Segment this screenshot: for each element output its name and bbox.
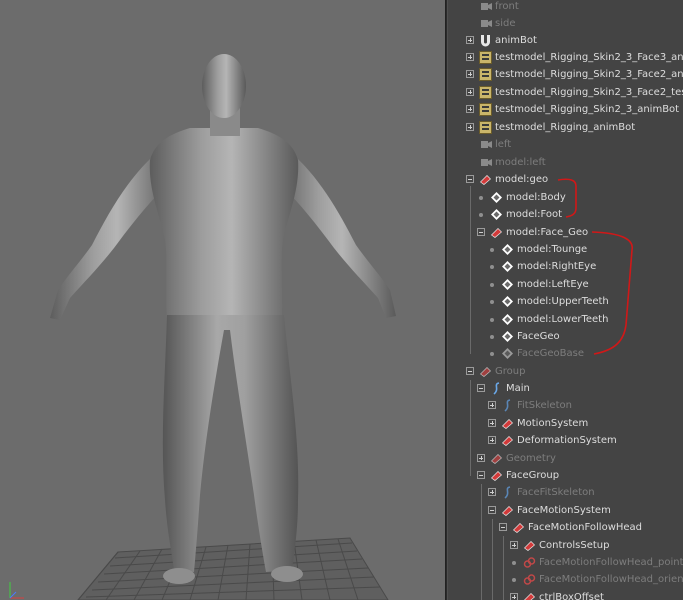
- viewport-panel[interactable]: [0, 0, 445, 600]
- axis-gizmo-icon: [9, 582, 24, 599]
- annotation-brackets: [557, 178, 633, 355]
- outliner-panel[interactable]: front side animBot testmodel_Rigging_Ski…: [448, 0, 683, 600]
- ground-grid: [77, 537, 389, 600]
- viewport-scene: [9, 54, 396, 600]
- character-model: [50, 54, 396, 584]
